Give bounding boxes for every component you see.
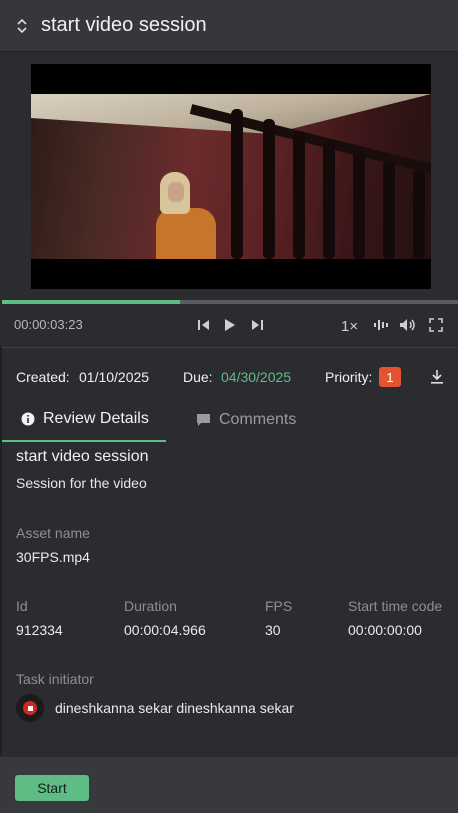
download-icon[interactable] [430, 369, 444, 388]
expand-collapse-icon[interactable] [15, 16, 29, 36]
fps-value: 30 [265, 622, 281, 638]
due-date: 04/30/2025 [221, 369, 292, 385]
play-icon[interactable] [224, 318, 236, 332]
video-viewport[interactable] [31, 64, 431, 289]
fps-label: FPS [265, 598, 293, 614]
tab-review-details[interactable]: Review Details [2, 398, 166, 442]
task-description: Session for the video [16, 475, 147, 491]
player-controls: 00:00:03:23 1× [0, 304, 458, 348]
footer-bar: Start [0, 756, 458, 813]
session-header: start video session [0, 0, 458, 52]
duration-label: Duration [124, 598, 177, 614]
task-meta-row: Created: 01/10/2025 Due: 04/30/2025 Prio… [0, 365, 458, 389]
duration-value: 00:00:04.966 [124, 622, 206, 638]
tab-comments-label: Comments [219, 411, 297, 428]
asset-name-value: 30FPS.mp4 [16, 549, 90, 565]
tab-comments[interactable]: Comments [196, 398, 296, 442]
video-frame [31, 94, 431, 259]
record-icon [23, 701, 37, 715]
task-initiator-label: Task initiator [16, 671, 94, 687]
volume-icon[interactable] [399, 318, 417, 332]
avatar [16, 694, 44, 722]
priority-label: Priority: [325, 369, 373, 385]
step-forward-icon[interactable] [250, 318, 263, 332]
waveform-icon[interactable] [373, 318, 389, 332]
current-timecode: 00:00:03:23 [14, 317, 83, 332]
video-player [0, 52, 458, 298]
start-time-code-label: Start time code [348, 598, 443, 614]
info-icon [21, 412, 35, 426]
priority-badge: 1 [379, 367, 401, 387]
task-title: start video session [16, 448, 149, 465]
detail-tabs: Review Details Comments [0, 398, 458, 442]
comment-icon [196, 413, 211, 427]
session-title: start video session [41, 14, 207, 36]
asset-name-label: Asset name [16, 525, 90, 541]
created-date: 01/10/2025 [79, 369, 150, 385]
task-initiator-name: dineshkanna sekar dineshkanna sekar [55, 700, 294, 716]
fullscreen-icon[interactable] [429, 318, 443, 332]
playback-speed[interactable]: 1× [341, 318, 358, 335]
id-label: Id [16, 598, 28, 614]
start-time-code-value: 00:00:00:00 [348, 622, 422, 638]
created-label: Created: [16, 369, 70, 385]
id-value: 912334 [16, 622, 63, 638]
step-back-icon[interactable] [198, 318, 211, 332]
due-label: Due: [183, 369, 213, 385]
tab-review-details-label: Review Details [43, 410, 149, 427]
start-button[interactable]: Start [15, 775, 89, 801]
